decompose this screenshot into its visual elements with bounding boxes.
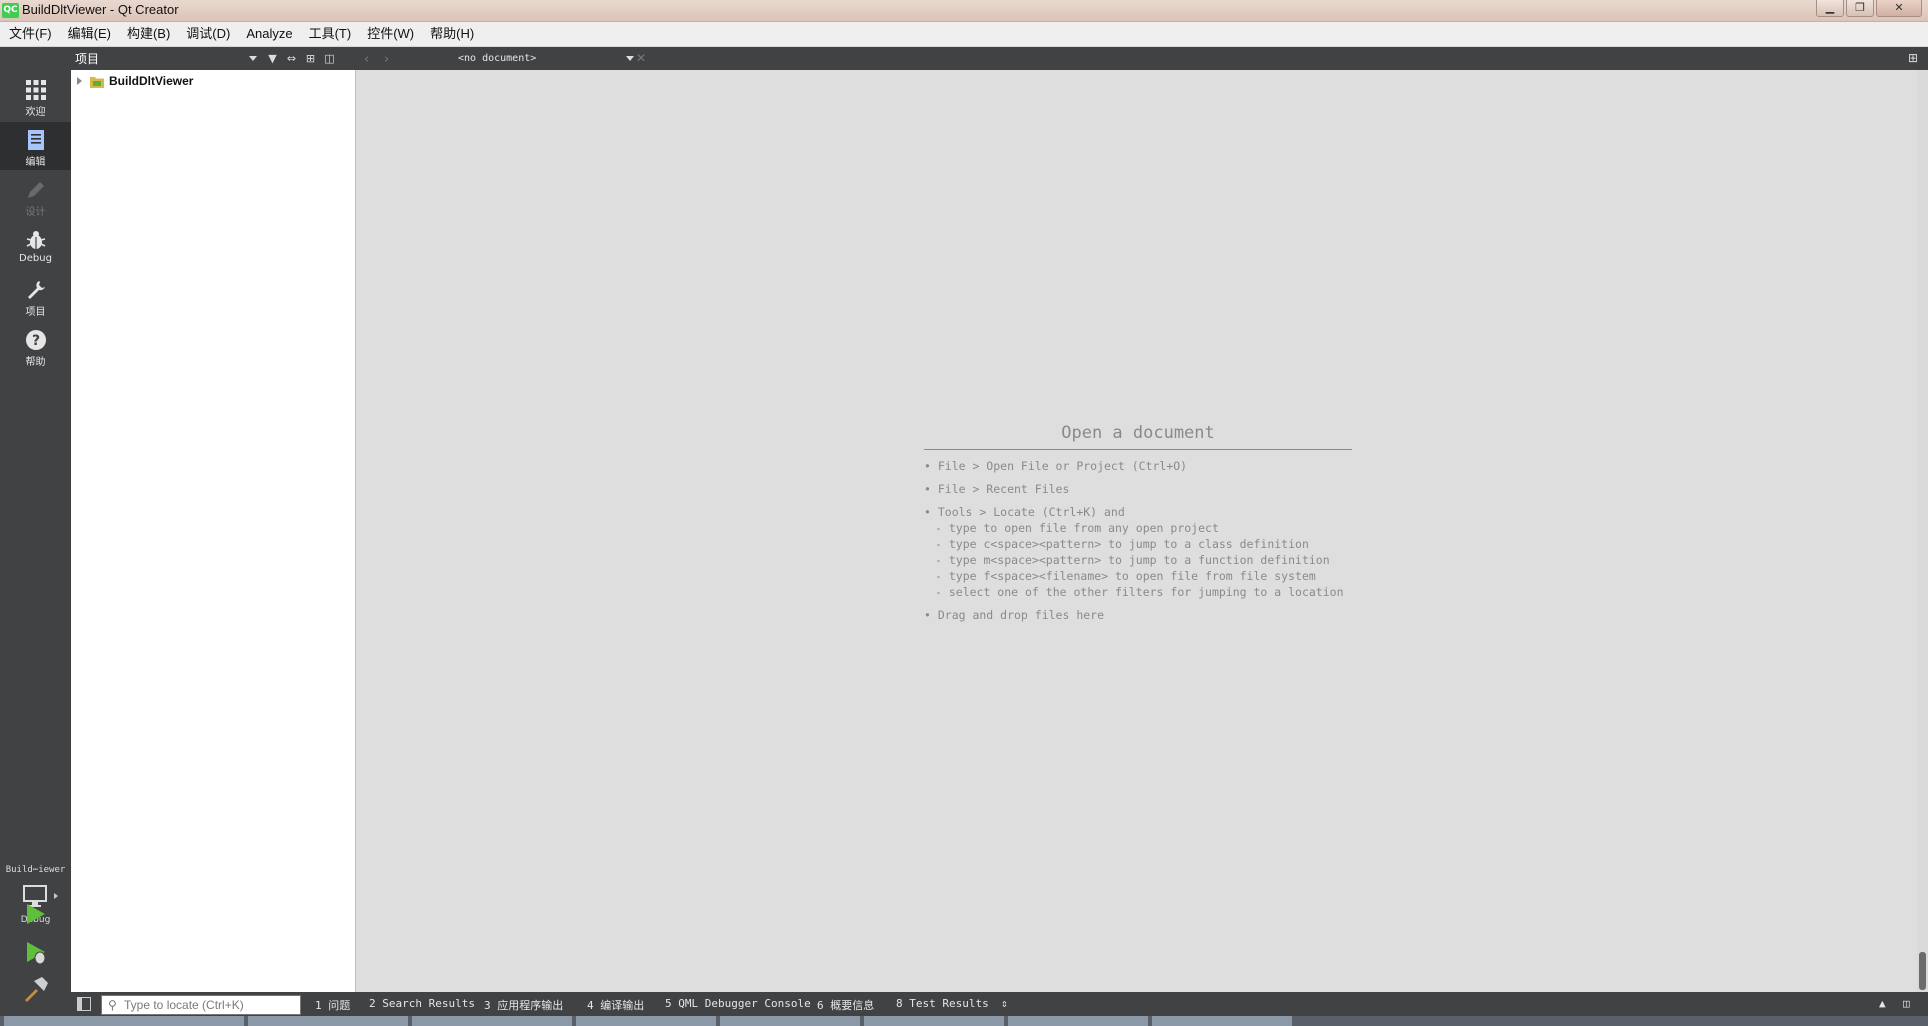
edit-document-icon bbox=[27, 130, 44, 150]
minimize-button[interactable]: ▁ bbox=[1816, 0, 1844, 17]
link-with-editor-icon[interactable]: ⇔ bbox=[284, 51, 299, 66]
mode-label: 欢迎 bbox=[25, 107, 46, 118]
hint-line: • Tools > Locate (Ctrl+K) and bbox=[924, 505, 1125, 519]
taskbar-item[interactable] bbox=[1152, 1016, 1292, 1026]
hint-subline: - type c<space><pattern> to jump to a cl… bbox=[935, 537, 1309, 551]
mode-help[interactable]: ? 帮助 bbox=[0, 322, 71, 370]
close-document-icon[interactable]: ✕ bbox=[636, 51, 646, 65]
project-folder-icon bbox=[90, 76, 104, 88]
maximize-output-icon[interactable]: ▲ bbox=[1879, 997, 1886, 1010]
dropdown-arrow-icon[interactable] bbox=[249, 56, 257, 61]
menu-tools[interactable]: 工具(T) bbox=[301, 22, 360, 46]
more-tabs-icon[interactable]: ⇕ bbox=[1001, 997, 1008, 1010]
expand-arrow-icon[interactable] bbox=[77, 77, 82, 85]
output-tab-qml-console[interactable]: 5 QML Debugger Console bbox=[665, 997, 811, 1010]
menu-help[interactable]: 帮助(H) bbox=[422, 22, 482, 46]
menu-file[interactable]: 文件(F) bbox=[0, 22, 60, 46]
close-button[interactable]: ✕ bbox=[1876, 0, 1922, 17]
mode-label: 帮助 bbox=[25, 357, 46, 368]
title-bar: QC BuildDltViewer - Qt Creator ▁ ❐ ✕ bbox=[0, 0, 1928, 22]
status-bar: ⚲ 1 问题 2 Search Results 3 应用程序输出 4 编译输出 … bbox=[71, 992, 1928, 1016]
go-back-icon[interactable]: ‹ bbox=[364, 52, 369, 67]
menu-build[interactable]: 构建(B) bbox=[119, 22, 178, 46]
mode-design[interactable]: 设计 bbox=[0, 172, 71, 220]
output-tab-issues[interactable]: 1 问题 bbox=[315, 997, 350, 1013]
go-forward-icon[interactable]: › bbox=[384, 52, 389, 67]
mode-label: 编辑 bbox=[25, 157, 46, 168]
scrollbar-thumb[interactable] bbox=[1919, 952, 1926, 990]
project-name: BuildDltViewer bbox=[109, 74, 194, 88]
menu-debug[interactable]: 调试(D) bbox=[178, 22, 238, 46]
search-icon: ⚲ bbox=[108, 998, 117, 1012]
hint-subline: - type to open file from any open projec… bbox=[935, 521, 1219, 535]
taskbar-item[interactable] bbox=[576, 1016, 716, 1026]
dropdown-arrow-icon bbox=[626, 56, 634, 61]
grid-icon bbox=[25, 80, 46, 100]
menu-edit[interactable]: 编辑(E) bbox=[60, 22, 119, 46]
taskbar-item[interactable] bbox=[864, 1016, 1004, 1026]
mode-projects[interactable]: 项目 bbox=[0, 272, 71, 320]
kit-selector-arrow-icon[interactable] bbox=[54, 893, 58, 899]
mode-label: Debug bbox=[19, 253, 52, 264]
locate-input[interactable] bbox=[124, 996, 294, 1014]
kit-project-name: Build⋯iewer bbox=[5, 865, 66, 875]
output-tab-compile-output[interactable]: 4 编译输出 bbox=[587, 997, 644, 1013]
locator[interactable]: ⚲ bbox=[101, 995, 301, 1015]
mode-edit[interactable]: 编辑 bbox=[0, 122, 71, 170]
qt-creator-logo-icon: QC bbox=[2, 3, 19, 18]
run-icon[interactable] bbox=[20, 899, 50, 929]
output-tab-test-results[interactable]: 8 Test Results bbox=[896, 997, 989, 1010]
menu-analyze[interactable]: Analyze bbox=[238, 22, 300, 46]
help-icon: ? bbox=[25, 330, 46, 350]
mode-label: 设计 bbox=[25, 207, 46, 218]
output-tab-search-results[interactable]: 2 Search Results bbox=[369, 997, 475, 1010]
taskbar-item[interactable] bbox=[4, 1016, 244, 1026]
document-combo-text: <no document> bbox=[458, 53, 537, 64]
window-title: BuildDltViewer - Qt Creator bbox=[22, 2, 179, 17]
wrench-icon bbox=[27, 281, 45, 299]
pencil-icon bbox=[27, 182, 44, 198]
hint-subline: - type m<space><pattern> to jump to a fu… bbox=[935, 553, 1330, 567]
svg-text:?: ? bbox=[31, 333, 39, 349]
output-tab-application-output[interactable]: 3 应用程序输出 bbox=[484, 997, 563, 1013]
hint-line: • Drag and drop files here bbox=[924, 608, 1105, 622]
mode-debug[interactable]: Debug bbox=[0, 222, 71, 270]
output-tab-general-messages[interactable]: 6 概要信息 bbox=[817, 997, 874, 1013]
debug-run-icon[interactable] bbox=[20, 937, 50, 967]
mode-welcome[interactable]: 欢迎 bbox=[0, 72, 71, 120]
toggle-right-sidebar-icon[interactable]: ◫ bbox=[1903, 997, 1910, 1010]
project-view-selector[interactable]: 项目 bbox=[75, 50, 99, 67]
hint-subline: - type f<space><filename> to open file f… bbox=[935, 569, 1316, 583]
taskbar-item[interactable] bbox=[412, 1016, 572, 1026]
bug-icon bbox=[26, 231, 45, 249]
toggle-sidebar-icon[interactable] bbox=[77, 997, 91, 1011]
open-documents-combo[interactable]: <no document> bbox=[452, 51, 638, 66]
filter-icon[interactable]: ▼ bbox=[265, 51, 280, 66]
split-pane-icon[interactable]: ⊞ bbox=[303, 51, 318, 66]
editor-toolbar: ‹ › <no document> ✕ ⊞ bbox=[356, 47, 1928, 70]
maximize-button[interactable]: ❐ bbox=[1846, 0, 1874, 17]
project-pane-header: 项目 ▼ ⇔ ⊞ ◫ bbox=[71, 47, 355, 70]
open-document-hint: Open a document • File > Open File or Pr… bbox=[924, 423, 1352, 622]
tree-item-project[interactable]: BuildDltViewer bbox=[77, 74, 193, 88]
editor-area: Open a document • File > Open File or Pr… bbox=[356, 70, 1917, 992]
editor-scrollbar[interactable] bbox=[1917, 70, 1928, 992]
taskbar-item[interactable] bbox=[1008, 1016, 1148, 1026]
project-tree: BuildDltViewer bbox=[71, 70, 356, 992]
mode-selector-sidebar: 欢迎 编辑 设计 Debug 项目 ? 帮助 Build⋯iewer Debug bbox=[0, 47, 71, 1026]
open-document-title: Open a document bbox=[924, 423, 1352, 450]
os-taskbar bbox=[0, 1016, 1928, 1026]
taskbar-item[interactable] bbox=[720, 1016, 860, 1026]
menu-widgets[interactable]: 控件(W) bbox=[359, 22, 422, 46]
menu-bar: 文件(F) 编辑(E) 构建(B) 调试(D) Analyze 工具(T) 控件… bbox=[0, 22, 1928, 47]
hint-subline: - select one of the other filters for ju… bbox=[935, 585, 1344, 599]
taskbar-item[interactable] bbox=[248, 1016, 408, 1026]
close-pane-icon[interactable]: ◫ bbox=[322, 51, 337, 66]
split-editor-icon[interactable]: ⊞ bbox=[1908, 51, 1918, 65]
build-hammer-icon[interactable] bbox=[20, 975, 50, 1005]
mode-label: 项目 bbox=[25, 307, 46, 318]
hint-line: • File > Recent Files bbox=[924, 482, 1070, 496]
hint-line: • File > Open File or Project (Ctrl+O) bbox=[924, 459, 1188, 473]
